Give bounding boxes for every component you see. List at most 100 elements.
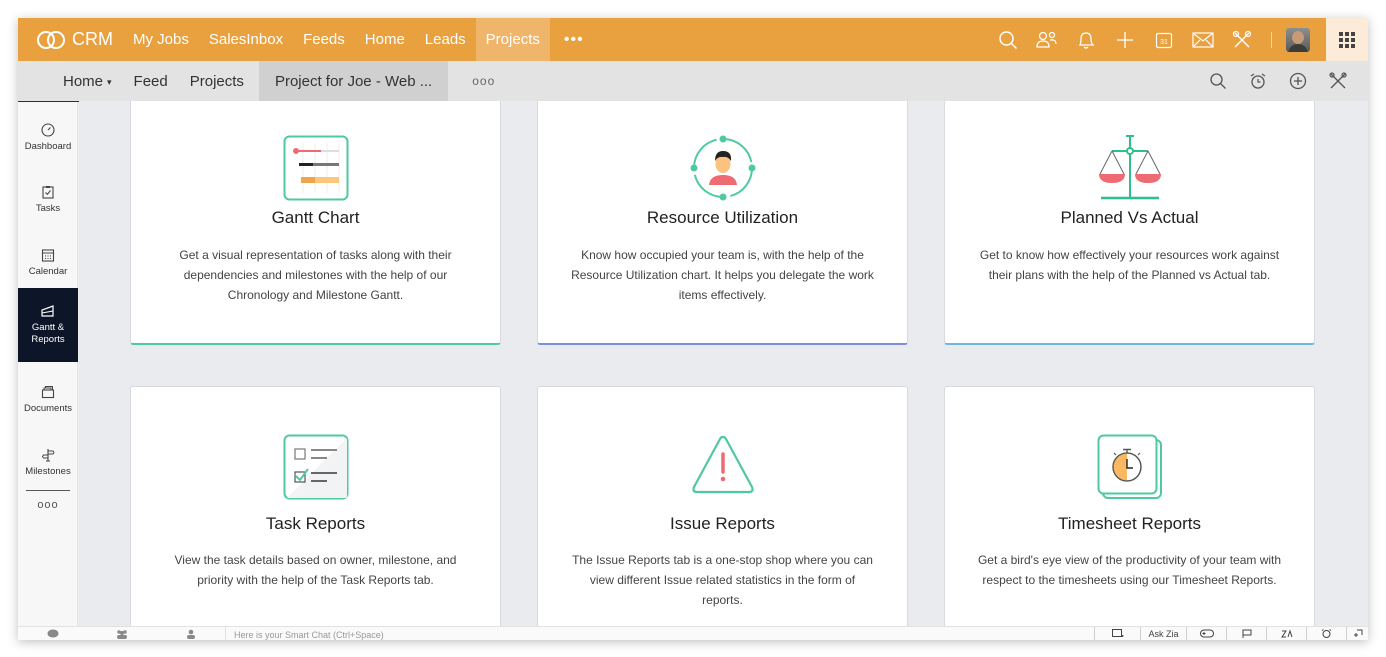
reminder-button[interactable] [1306, 627, 1346, 640]
app-window: CRM My Jobs SalesInbox Feeds Home Leads … [18, 18, 1368, 640]
grid-icon [1339, 31, 1355, 48]
top-navigation-bar: CRM My Jobs SalesInbox Feeds Home Leads … [18, 18, 1368, 61]
mail-icon [1191, 31, 1214, 48]
search-icon [998, 30, 1017, 49]
subnav-actions [1198, 61, 1358, 101]
setup-button[interactable] [1222, 18, 1261, 61]
nav-salesinbox[interactable]: SalesInbox [199, 18, 293, 61]
sidebar-item-gantt-reports[interactable]: Gantt & Reports [18, 288, 78, 362]
gamification-button[interactable] [1186, 627, 1226, 640]
stopwatch-icon [1097, 434, 1162, 499]
sidebar-label: Tasks [35, 203, 61, 214]
card-gantt-chart[interactable]: Gantt Chart Get a visual representation … [130, 101, 501, 345]
sidebar-label: Milestones [25, 466, 71, 477]
app-launcher-button[interactable] [1326, 18, 1368, 61]
sidebar-item-dashboard[interactable]: Dashboard [18, 107, 78, 169]
nav-my-jobs[interactable]: My Jobs [123, 18, 199, 61]
project-search-button[interactable] [1198, 61, 1238, 101]
signpost-icon [41, 449, 55, 462]
top-actions: 31 [988, 18, 1318, 61]
search-button[interactable] [988, 18, 1027, 61]
balance-scale-icon [1098, 135, 1161, 200]
card-title: Task Reports [265, 514, 366, 533]
gantt-chart-icon [283, 135, 348, 201]
calendar-icon [41, 249, 55, 262]
sidebar-item-documents[interactable]: Documents [18, 369, 78, 431]
chats-button[interactable] [18, 627, 87, 640]
settings-tools-icon [1329, 72, 1347, 89]
alarm-icon [1321, 629, 1332, 638]
card-description: View the task details based on owner, mi… [174, 553, 457, 587]
card-title: Issue Reports [670, 514, 775, 533]
card-description: The Issue Reports tab is a one-stop shop… [572, 553, 873, 607]
calendar-icon: 31 [1155, 32, 1172, 48]
card-issue-reports[interactable]: Issue Reports The Issue Reports tab is a… [537, 386, 908, 626]
subnav-projects[interactable]: Projects [179, 61, 255, 101]
sidebar-item-tasks[interactable]: Tasks [18, 169, 78, 231]
timer-button[interactable] [1238, 61, 1278, 101]
subnav-home-label: Home [63, 72, 104, 90]
notifications-button[interactable] [1066, 18, 1105, 61]
translate-icon [1280, 629, 1292, 638]
nav-feeds[interactable]: Feeds [293, 18, 355, 61]
user-avatar[interactable] [1286, 27, 1310, 52]
gantt-reports-content: Gantt Chart Get a visual representation … [79, 101, 1368, 626]
subnav-more-button[interactable]: ooo [448, 74, 519, 88]
calendar-button[interactable]: 31 [1144, 18, 1183, 61]
project-settings-button[interactable] [1318, 61, 1358, 101]
bell-icon [1078, 31, 1095, 49]
documents-icon [41, 386, 55, 399]
divider [1271, 31, 1272, 48]
card-title: Gantt Chart [271, 208, 360, 227]
create-button[interactable] [1105, 18, 1144, 61]
card-description: Get a bird's eye view of the productivit… [977, 553, 1282, 587]
ask-zia-button[interactable]: Ask Zia [1140, 627, 1186, 640]
bottom-chat-bar: Here is your Smart Chat (Ctrl+Space) Ask… [18, 626, 1368, 640]
card-planned-vs-actual[interactable]: Planned Vs Actual Get to know how effect… [944, 101, 1315, 345]
gamepad-icon [1199, 629, 1214, 638]
bottom-tools: Ask Zia [1094, 627, 1368, 640]
sidebar-more-button[interactable]: ooo [18, 499, 78, 511]
card-resource-utilization[interactable]: Resource Utilization Know how occupied y… [537, 101, 908, 345]
nav-more-button[interactable]: ••• [550, 18, 598, 61]
sidebar-label: Documents [23, 403, 73, 414]
card-description: Get a visual representation of tasks alo… [179, 248, 452, 302]
svg-text:31: 31 [1160, 39, 1168, 46]
gantt-icon [41, 305, 54, 317]
contacts-button[interactable] [1027, 18, 1066, 61]
card-title: Planned Vs Actual [1060, 208, 1199, 227]
subnav-feed[interactable]: Feed [123, 61, 179, 101]
sidebar-item-milestones[interactable]: Milestones [18, 432, 78, 494]
nav-leads[interactable]: Leads [415, 18, 476, 61]
mail-button[interactable] [1183, 18, 1222, 61]
sidebar-item-calendar[interactable]: Calendar [18, 232, 78, 294]
crm-logo[interactable]: CRM [18, 18, 123, 61]
subnav-current-project[interactable]: Project for Joe - Web ... [258, 61, 449, 101]
nav-home[interactable]: Home [355, 18, 415, 61]
subnav-home[interactable]: Home ▾ [52, 61, 123, 101]
translate-button[interactable] [1266, 627, 1306, 640]
card-title: Timesheet Reports [1058, 514, 1201, 533]
more-tools-button[interactable] [1346, 627, 1368, 640]
card-timesheet-reports[interactable]: Timesheet Reports Get a bird's eye view … [944, 386, 1315, 626]
chevron-down-icon: ▾ [107, 76, 112, 87]
warning-icon [691, 435, 754, 494]
screen-icon [1111, 629, 1123, 637]
flag-icon [1242, 629, 1251, 638]
plus-icon [1116, 31, 1133, 48]
card-task-reports[interactable]: Task Reports View the task details based… [130, 386, 501, 626]
chat-shortcuts [18, 627, 226, 640]
nav-projects[interactable]: Projects [475, 18, 550, 61]
notes-button[interactable] [1226, 627, 1266, 640]
card-title: Resource Utilization [646, 208, 799, 227]
card-description: Get to know how effectively your resourc… [979, 248, 1280, 282]
screen-share-button[interactable] [1094, 627, 1140, 640]
contacts-chat-button[interactable] [156, 627, 225, 640]
channels-button[interactable] [87, 627, 156, 640]
sidebar-label: Calendar [28, 266, 68, 277]
add-button[interactable] [1278, 61, 1318, 101]
resource-user-icon [690, 135, 755, 201]
timer-icon [1250, 73, 1266, 89]
group-icon [116, 630, 127, 639]
sidebar-label-line2: Reports [31, 334, 65, 345]
